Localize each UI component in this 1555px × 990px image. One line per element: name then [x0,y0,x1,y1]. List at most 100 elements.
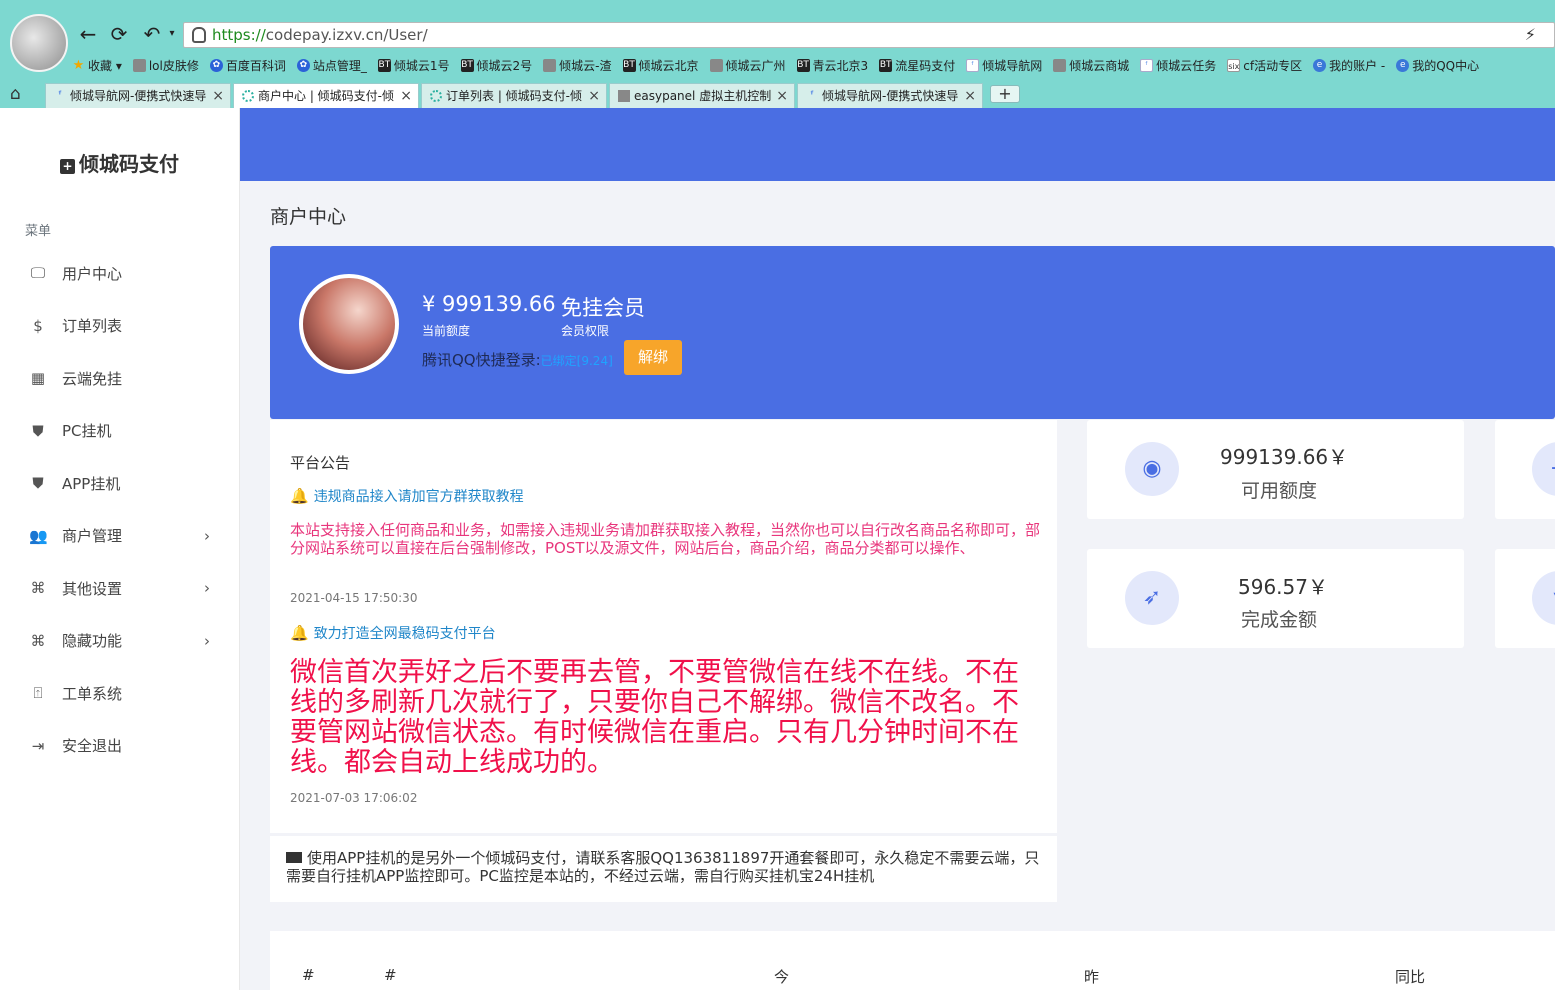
home-icon[interactable]: ⌂ [10,84,21,104]
sidebar-item[interactable]: 👥 商户管理 › [0,516,240,556]
envelope-icon [286,852,302,863]
bookmark-item[interactable]: BT 青云北京3 [796,57,868,74]
tab-nav-2[interactable]: ᶠ 倾城导航网-便携式快速导 × [797,83,983,108]
loading-icon [430,90,442,102]
tab-merchant-center[interactable]: 商户中心 | 倾城码支付-倾 × [233,83,419,108]
tab-nav-1[interactable]: ᶠ 倾城导航网-便携式快速导 × [45,83,231,108]
sidebar-item[interactable]: ⌘ 其他设置 › [0,568,240,608]
site-favicon-icon: ᶠ [810,90,814,101]
bookmark-item[interactable]: ᶠ 倾城云任务 [1140,57,1216,74]
ie-icon: e [1396,58,1410,72]
logout-icon: ⇥ [31,736,45,755]
platform-notice-card: 平台公告 🔔 违规商品接入请加官方群获取教程 本站支持接入任何商品和业务，如需接入… [270,420,1057,833]
stat-card-partial: + [1495,420,1555,519]
doc-icon [132,58,146,72]
document-icon [618,90,630,102]
bookmark-label: 倾城导航网 [982,58,1043,73]
announcement-link[interactable]: 🔔 违规商品接入请加官方群获取教程 [290,486,524,506]
doc-icon [709,58,723,72]
bookmark-item[interactable]: ★ 收藏 ▾ [72,57,122,74]
tab-order-list[interactable]: 订单列表 | 倾城码支付-倾 × [421,83,607,108]
brand-name: 倾城码支付 [79,152,179,176]
close-icon[interactable]: × [776,84,788,108]
sidebar-item[interactable]: ⛊ APP挂机 [0,463,240,503]
sky-icon: ᶠ [966,58,980,72]
bookmark-label: lol皮肤修 [148,58,199,73]
sidebar-item-label: 订单列表 [62,317,123,335]
bookmark-label: 我的QQ中心 [1412,58,1480,73]
balance-label: 当前额度 [422,324,471,338]
sidebar-item[interactable]: ⛊ PC挂机 [0,411,240,451]
close-icon[interactable]: × [212,84,224,108]
url-text[interactable]: https://codepay.izxv.cn/User/ [212,26,428,44]
shield-icon: ⛊ [32,474,44,492]
bookmark-item[interactable]: 倾城云商城 [1053,57,1129,74]
bookmark-item[interactable]: e 我的QQ中心 [1396,57,1479,74]
browser-profile-avatar[interactable] [10,14,68,72]
sidebar-item[interactable]: ▦ 云端免挂 [0,358,240,398]
bookmark-item[interactable]: BT 倾城云1号 [377,57,450,74]
address-bar[interactable]: https://codepay.izxv.cn/User/ ⚡ [183,22,1555,48]
bookmark-item[interactable]: lol皮肤修 [132,57,199,74]
stat-card-available: ◉ 999139.66￥ 可用额度 [1087,420,1464,519]
bookmark-item[interactable]: 倾城云广州 [709,57,786,74]
bookmark-item[interactable]: ᶠ 倾城导航网 [966,57,1042,74]
ticket-icon: ⍐ [33,684,43,702]
unbind-button[interactable]: 解绑 [624,340,682,375]
bookmark-label: 流星码支付 [895,58,956,73]
back-icon[interactable]: ← [76,22,100,46]
close-icon[interactable]: × [588,84,600,108]
doc-icon [1053,58,1067,72]
command-icon: ⌘ [30,631,46,650]
close-icon[interactable]: × [400,84,412,108]
member-level-value: 免挂会员 [561,296,645,320]
announcement-body: 微信首次弄好之后不要再去管，不要管微信在线不在线。不在线的多刷新几次就行了，只要… [290,657,1019,778]
sidebar-item-label: APP挂机 [62,474,121,493]
new-tab-button[interactable]: + [990,85,1020,103]
sidebar-item-label: 云端免挂 [62,369,123,388]
bookmark-item[interactable]: BT 倾城云2号 [460,57,532,74]
balance-value: ¥ 999139.66 [422,292,556,316]
bookmark-item[interactable]: ✿ 站点管理_ [296,57,367,74]
bookmark-item[interactable]: 倾城云-渣 [543,57,612,74]
ie-icon: e [1313,58,1327,72]
bookmark-item[interactable]: BT 流星码支付 [879,57,955,74]
bt-icon: BT [460,58,474,72]
sidebar-item[interactable]: ⍐ 工单系统 [0,673,240,713]
bookmark-label: 倾城云北京 [638,58,699,73]
bookmark-label: 倾城云1号 [393,58,450,73]
stat-value: 596.57￥ [1238,575,1328,599]
sidebar-item-label: 工单系统 [62,684,123,703]
table-header-cell: 今 [774,968,790,986]
app-notice-body: 使用APP挂机的是另外一个倾城码支付，请联系客服QQ1363811897开通套餐… [286,849,1040,885]
sidebar-item-label: 用户中心 [62,264,123,283]
undo-dropdown-icon[interactable]: ▾ [160,22,184,46]
announcement-title: 违规商品接入请加官方群获取教程 [313,489,524,505]
sidebar-item[interactable]: ⇥ 安全退出 [0,726,240,766]
bookmark-item[interactable]: ✿ 百度百科词 [209,57,286,74]
sidebar-item[interactable]: ⌘ 隐藏功能 › [0,621,240,661]
loading-icon [242,90,254,102]
avatar [299,274,399,374]
announcement-link[interactable]: 🔔 致力打造全网最稳码支付平台 [290,623,496,643]
page-title: 商户中心 [270,206,347,228]
bookmark-label: 百度百科词 [225,58,286,73]
sidebar-item[interactable]: $ 订单列表 [0,306,240,346]
bookmark-item[interactable]: BT 倾城云北京 [622,57,699,74]
sidebar-item-label: 安全退出 [62,737,123,755]
tab-label: 订单列表 | 倾城码支付-倾 [446,89,583,103]
tab-easypanel[interactable]: easypanel 虚拟主机控制 × [609,83,795,108]
stat-card-partial: ▾ [1495,549,1555,648]
rocket-icon: ➶ [1125,571,1179,625]
bolt-icon[interactable]: ⚡ [1525,25,1536,44]
bookmark-item[interactable]: six cf活动专区 [1227,57,1302,74]
close-icon[interactable]: × [964,84,976,108]
bookmark-label: 我的账户 - [1329,58,1386,73]
sidebar-item[interactable]: 🖵 用户中心 [0,253,240,293]
bookmark-item[interactable]: e 我的账户 - [1313,57,1385,74]
refresh-icon[interactable]: ⟳ [107,22,131,46]
tab-label: 倾城导航网-便携式快速导 [70,89,207,103]
brand-logo[interactable]: + 倾城码支付 [60,148,179,177]
sidebar-item-label: 隐藏功能 [62,632,123,650]
star-icon: ★ [72,57,85,73]
